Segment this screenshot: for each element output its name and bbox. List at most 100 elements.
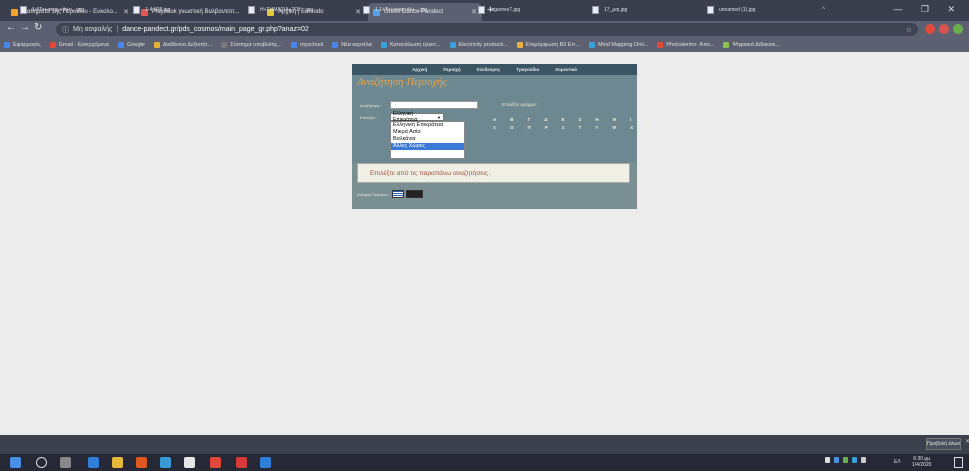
search-icon[interactable] [36,457,47,468]
bookmark-item[interactable]: Διαδίκτυο Δεξιοτήτ... [153,42,212,48]
forward-icon[interactable]: → [20,22,30,33]
profile-avatar[interactable] [953,24,963,34]
bookmark-item[interactable]: Electricity producti... [449,42,508,48]
search-input[interactable] [390,101,478,109]
dropdown-option-highlighted[interactable]: Άλλες Χώρες [391,143,464,150]
dropdown-option[interactable]: Ελληνική Επικράτεια [391,122,464,129]
bookmark-item[interactable]: myschool [291,42,323,48]
file-icon [248,5,255,14]
app-icon[interactable] [136,457,147,468]
bookmark-item[interactable]: Photodentro: Απο... [657,42,714,48]
close-icon[interactable]: ✕ [965,438,969,445]
network-icon[interactable] [852,457,857,463]
site-nav: Αρχική Περιοχή Σύνδεσμος Τραγούδια Χορευ… [352,64,637,75]
app-icon[interactable] [236,457,247,468]
taskbar-clock[interactable]: 6:30 μμ 1/4/2020 [912,456,931,468]
edge-icon[interactable] [88,457,99,468]
search-label: Αναζήτηση : [360,103,382,108]
tray-icon[interactable] [834,457,839,463]
apps-icon [4,42,10,48]
alphabet-row-1[interactable]: Α Β Γ Δ Ε Ζ Η Θ Ι Κ Λ Μ Ν [493,117,707,122]
notifications-icon[interactable] [954,457,963,468]
info-icon[interactable]: ⓘ [62,25,69,35]
chevron-up-icon[interactable]: ^ [810,7,825,13]
google-icon [118,42,125,48]
address-bar[interactable]: ⓘ Μη ασφαλής | dance-pandect.gr/pds_cosm… [56,23,918,36]
chevron-up-icon[interactable] [825,457,830,463]
bookmark-icon [380,42,387,48]
back-icon[interactable]: ← [6,22,16,33]
show-all-downloads-button[interactable]: Προβολή όλων [926,438,961,450]
select-label: Επιλέξτε : [360,115,378,120]
tab-favicon-icon [11,8,18,16]
results-message-text: Επιλέξτε από τις παραπάνω αναζητήσεις . [370,169,492,177]
security-label: Μη ασφαλής [73,26,113,33]
chevron-down-icon: ▼ [437,114,441,120]
nav-region-link[interactable]: Περιοχή [443,67,460,72]
windows-taskbar: ΕΛ 6:30 μμ 1/4/2020 [0,454,969,471]
windows-start-icon[interactable] [10,457,21,468]
dropdown-option[interactable]: Βαλκάνια [391,136,464,143]
tray-icon[interactable] [843,457,848,463]
bookmark-icon [516,42,523,48]
download-item[interactable]: 1-4-608.jpg^ [133,3,251,16]
input-language[interactable]: ΕΛ [894,459,901,465]
bookmark-item[interactable]: Νέα καρτέλα [332,42,372,48]
greek-flag-icon[interactable] [391,190,404,198]
bookmark-icon [588,42,595,48]
page-title: Αναζήτηση Περιοχής [357,76,448,88]
bookmark-item[interactable]: Επιμόρφωση Β2 Επ... [516,42,580,48]
letter-hint: Επιλέξτε γράμμα : [502,102,539,107]
bookmark-item[interactable]: Σύστημα υποβολής... [221,42,282,48]
bookmark-icon [332,42,339,48]
bookmark-item[interactable]: Κατανάλωση ηλεκτ... [380,42,441,48]
chrome-icon[interactable] [184,457,195,468]
alphabet-row-2[interactable]: Ξ Ο Π Ρ Σ Τ Υ Φ Χ Ψ Ω [493,125,675,130]
dropdown-option[interactable]: Μικρά Ασία [391,129,464,136]
language-label: Αλλαγή Γλώσσας : [357,191,390,197]
bookmark-item[interactable]: Ψηφιακά Διδακτικ... [723,42,780,48]
extension-icon[interactable] [925,24,935,34]
bookmark-icon [449,42,456,48]
bookmarks-bar: Εφαρμογές Gmail - Εισερχόμενα Google Δια… [0,38,969,52]
nav-home-link[interactable]: Αρχική [412,67,427,72]
english-flag-icon[interactable] [405,190,423,198]
bookmark-star-icon[interactable]: ☆ [906,26,912,34]
window-controls[interactable]: — ❐ ✕ [893,4,963,15]
app-icon[interactable] [260,457,271,468]
reload-icon[interactable]: ↻ [34,22,42,33]
file-icon [592,5,599,14]
nav-links-link[interactable]: Σύνδεσμος [477,67,501,72]
extension-icon[interactable] [939,24,949,34]
download-item[interactable]: 1.ΑΤο+σκαρ.vik+ο....jpg^ [20,3,140,16]
bookmark-gmail[interactable]: Gmail - Εισερχόμενα [49,42,109,48]
task-view-icon[interactable] [60,457,71,468]
bookmark-icon [723,42,730,48]
nav-dances-link[interactable]: Χορευτικά [555,67,577,72]
file-icon [478,5,485,14]
browser-toolbar: ← → ↻ ⓘ Μη ασφαλής | dance-pandect.gr/pd… [0,21,969,38]
bookmark-icon [657,42,664,48]
file-icon [20,5,27,14]
file-icon [363,5,370,14]
download-item[interactable]: unnamed (1).jpg ^ [707,3,825,16]
file-icon [133,5,140,14]
region-select[interactable]: Ελληνική Επικράτεια ▼ [390,111,444,123]
nav-songs-link[interactable]: Τραγούδια [516,67,539,72]
opera-icon[interactable] [210,457,221,468]
download-item[interactable]: Ιαgames7.jpg^ [478,3,596,16]
download-item[interactable]: 1.1+Το+σκαρ.vik+....jpg^ [363,3,481,16]
gmail-icon [49,42,56,48]
bookmark-item[interactable]: Mind Mapping Onli... [588,42,648,48]
system-tray [825,457,866,463]
bookmark-icon [291,42,298,48]
app-icon[interactable] [160,457,171,468]
file-explorer-icon[interactable] [112,457,123,468]
download-item[interactable]: Η+ΣΗΜΑΣΙΑ+ΤΟΥ....jpg^ [248,3,366,16]
results-message: Επιλέξτε από τις παραπάνω αναζητήσεις . [357,163,630,183]
bookmark-icon [221,42,228,48]
bookmark-google[interactable]: Google [118,42,145,48]
volume-icon[interactable] [861,457,866,463]
download-item[interactable]: 17_μαι.jpg^ [592,3,710,16]
bookmark-apps[interactable]: Εφαρμογές [4,42,41,48]
